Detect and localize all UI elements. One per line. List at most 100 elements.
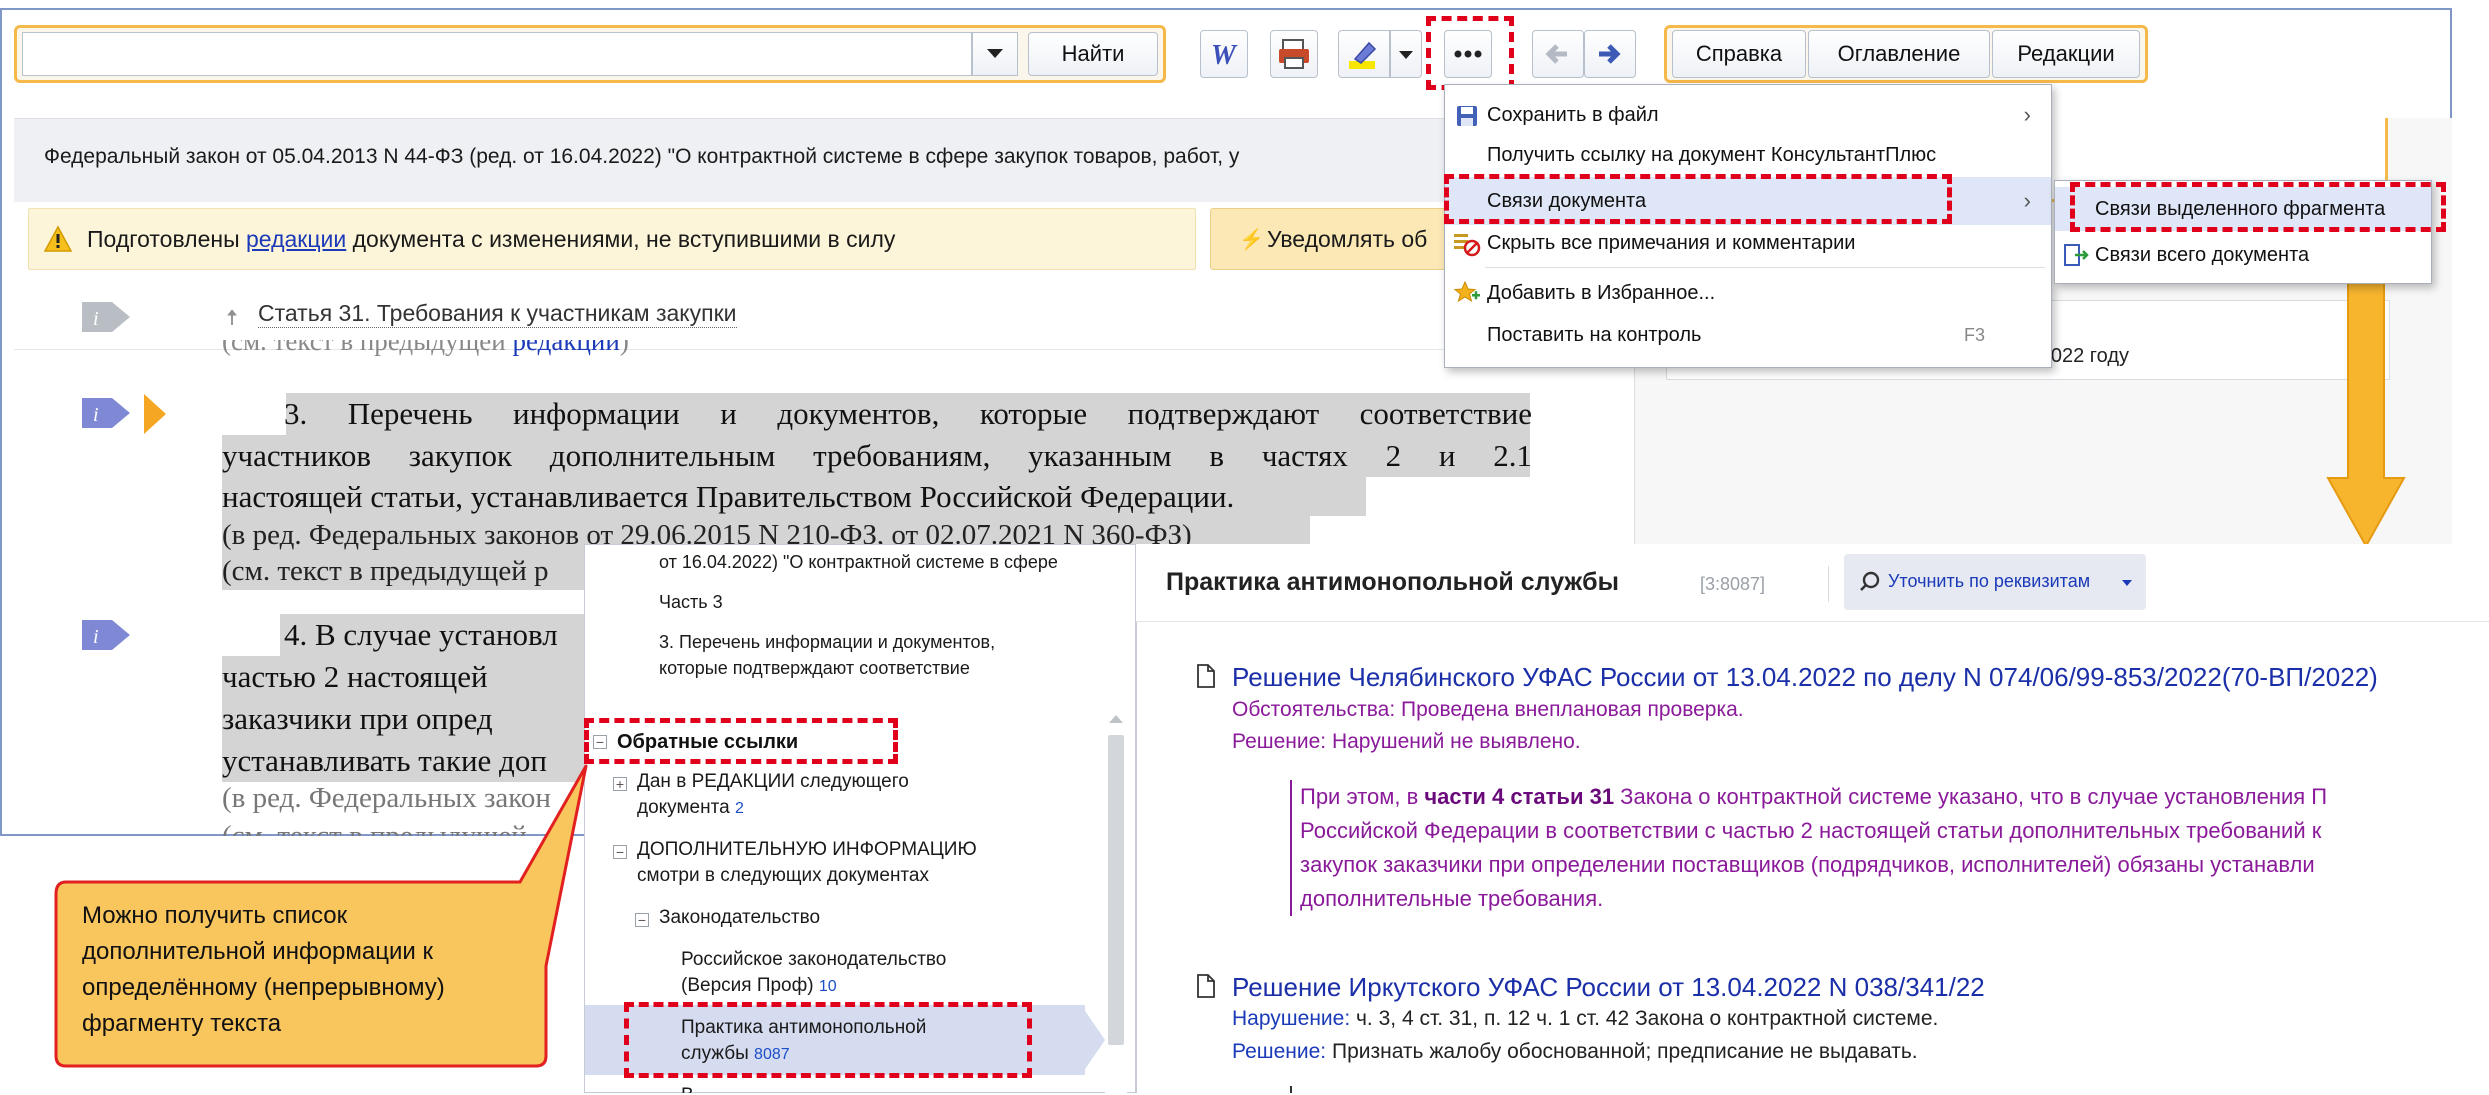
- tab-contents-label: Оглавление: [1837, 41, 1961, 66]
- tree-scrollbar-thumb[interactable]: [1108, 735, 1124, 1045]
- tree-collapse-icon[interactable]: −: [635, 913, 649, 927]
- prev-text-cut-text: (см. текст в предыдущей: [222, 340, 513, 356]
- header-divider: [1828, 566, 1829, 602]
- tree-item-legislation[interactable]: Законодательство: [659, 905, 820, 931]
- info-flag-icon: i: [82, 398, 130, 428]
- menu-item-get-link[interactable]: Получить ссылку на документ КонсультантП…: [1445, 131, 2051, 179]
- tree-item-cut: В: [681, 1083, 694, 1093]
- orange-down-arrow-icon: [2326, 238, 2406, 548]
- tree-item-additional-info-line2: смотри в следующих документах: [637, 865, 929, 886]
- decision-text: Признать жалобу обоснованной; предписани…: [1326, 1040, 1918, 1063]
- back-button[interactable]: [1532, 30, 1584, 78]
- paragraph-3-prev-link[interactable]: (см. текст в предыдущей р: [222, 553, 549, 589]
- menu-item-hide-comments[interactable]: Скрыть все примечания и комментарии: [1445, 219, 2051, 267]
- violation-text: ч. 3, 4 ст. 31, п. 12 ч. 1 ст. 42 Закона…: [1350, 1007, 1939, 1030]
- quote-prefix: При этом, в: [1300, 784, 1425, 809]
- quote-line3: закупок заказчики при определении постав…: [1300, 852, 2315, 877]
- result-2-title[interactable]: Решение Иркутского УФАС России от 13.04.…: [1232, 972, 1985, 1003]
- tree-collapse-icon[interactable]: −: [593, 735, 607, 749]
- floppy-disk-icon: [1457, 106, 1477, 126]
- word-export-button[interactable]: W: [1200, 30, 1248, 78]
- tree-item-fas-practice[interactable]: Практика антимонопольной службы 8087: [681, 1015, 926, 1068]
- result-2-violation: Нарушение: ч. 3, 4 ст. 31, п. 12 ч. 1 ст…: [1232, 1007, 1938, 1031]
- svg-text:W: W: [1211, 40, 1238, 71]
- tree-item-part-3[interactable]: Часть 3: [659, 589, 723, 615]
- scroll-up-icon[interactable]: [1109, 715, 1123, 723]
- tree-item-redaction-line2: документа: [637, 797, 730, 818]
- menu-item-label: Поставить на контроль: [1487, 324, 1702, 346]
- find-button[interactable]: Найти: [1028, 32, 1158, 76]
- submenu-item-whole-document-links[interactable]: Связи всего документа: [2055, 233, 2431, 277]
- result-1-title[interactable]: Решение Челябинского УФАС России от 13.0…: [1232, 662, 2378, 693]
- result-1-quote-bar: [1290, 780, 1292, 916]
- info-marker[interactable]: i: [82, 620, 130, 650]
- menu-item-document-links[interactable]: Связи документа ›: [1445, 177, 2051, 225]
- chevron-right-icon: ›: [2023, 188, 2031, 213]
- menu-item-add-favorite[interactable]: Добавить в Избранное...: [1445, 269, 2051, 317]
- document-title: Федеральный закон от 05.04.2013 N 44-ФЗ …: [44, 145, 1240, 168]
- results-count: [3:8087]: [1700, 574, 1766, 594]
- more-button[interactable]: [1444, 30, 1492, 78]
- tab-help-label: Справка: [1695, 41, 1783, 66]
- arrow-left-icon: [1545, 44, 1567, 64]
- quote-bold-link[interactable]: части 4 статьи 31: [1424, 784, 1614, 809]
- links-tree-panel: от 16.04.2022) "О контрактной системе в …: [584, 544, 1136, 1095]
- hide-comments-icon: [1454, 234, 1481, 257]
- quote-line1-rest: Закона о контрактной системе указано, чт…: [1614, 784, 2328, 809]
- russian-legislation-count: 10: [818, 978, 837, 995]
- print-button[interactable]: [1270, 30, 1318, 78]
- tree-item-russian-legislation-line2: (Версия Проф): [681, 975, 814, 996]
- tree-item-additional-info-line1: ДОПОЛНИТЕЛЬНУЮ ИНФОРМАЦИЮ: [637, 839, 977, 860]
- forward-button[interactable]: [1584, 30, 1636, 78]
- tab-revisions[interactable]: Редакции: [1992, 30, 2140, 78]
- svg-text:i: i: [93, 404, 99, 426]
- info-marker[interactable]: i: [82, 398, 130, 428]
- current-position-marker-icon: [144, 394, 166, 434]
- highlight-dropdown-button[interactable]: [1390, 30, 1422, 78]
- paragraph-3-line: участников закупок дополнительным требов…: [222, 438, 1532, 473]
- lightning-icon: ⚡: [1239, 229, 1264, 251]
- callout-line: дополнительной информации к: [82, 938, 433, 965]
- prev-revision-link[interactable]: редакции: [513, 340, 620, 356]
- document-icon: [1197, 974, 1215, 998]
- menu-item-label: Скрыть все примечания и комментарии: [1487, 232, 1856, 254]
- result-1-quote[interactable]: При этом, в части 4 статьи 31 Закона о к…: [1300, 780, 2489, 916]
- result-2-quote-bar: [1290, 1086, 1292, 1093]
- chevron-down-icon: [1399, 51, 1413, 59]
- menu-item-put-on-control[interactable]: Поставить на контроль F3: [1445, 311, 2051, 359]
- highlighter-icon: [1349, 41, 1377, 69]
- revisions-link[interactable]: редакции: [246, 226, 346, 252]
- redaction-count: 2: [734, 800, 744, 817]
- star-plus-icon: [1453, 280, 1480, 303]
- svg-text:i: i: [93, 626, 99, 648]
- word-icon: W: [1211, 40, 1238, 71]
- search-input[interactable]: [22, 32, 972, 76]
- notify-button[interactable]: ⚡ Уведомлять об: [1210, 208, 1450, 270]
- selected-pointer-icon: [1081, 1005, 1105, 1075]
- search-dropdown-button[interactable]: [972, 32, 1018, 76]
- tree-item-additional-info[interactable]: ДОПОЛНИТЕЛЬНУЮ ИНФОРМАЦИЮ смотри в следу…: [637, 837, 977, 889]
- arrow-up-icon: 🠅: [226, 305, 239, 330]
- tree-item-redaction[interactable]: Дан в РЕДАКЦИИ следующего документа 2: [637, 769, 909, 822]
- paragraph-3: 3. Перечень информации и документов, кот…: [222, 393, 1532, 516]
- tree-collapse-icon[interactable]: −: [613, 845, 627, 859]
- tree-item-paragraph-3[interactable]: 3. Перечень информации и документов, кот…: [659, 629, 995, 681]
- refine-label: Уточнить по реквизитам: [1888, 571, 2091, 591]
- article-link[interactable]: Статья 31. Требования к участникам закуп…: [258, 300, 737, 328]
- decision-label: Решение:: [1232, 1040, 1327, 1063]
- paragraph-4-line: частью 2 настоящей: [222, 659, 488, 694]
- warning-text: Подготовлены редакции документа с измене…: [87, 226, 895, 253]
- highlight-button[interactable]: [1338, 30, 1390, 78]
- tree-item-backlinks[interactable]: Обратные ссылки: [617, 729, 798, 755]
- tab-contents[interactable]: Оглавление: [1808, 30, 1990, 78]
- tree-item-russian-legislation[interactable]: Российское законодательство (Версия Проф…: [681, 947, 946, 1000]
- results-title: Практика антимонопольной службы: [1166, 568, 1619, 596]
- menu-item-shortcut: F3: [1963, 325, 1985, 345]
- refine-button[interactable]: Уточнить по реквизитам: [1844, 554, 2146, 610]
- info-marker[interactable]: i: [82, 302, 130, 332]
- submenu-item-fragment-links[interactable]: Связи выделенного фрагмента: [2055, 187, 2431, 231]
- tree-item-document[interactable]: от 16.04.2022) "О контрактной системе в …: [659, 549, 1131, 575]
- tab-help[interactable]: Справка: [1672, 30, 1806, 78]
- quote-line4: дополнительные требования.: [1300, 886, 1604, 911]
- tree-expand-icon[interactable]: +: [613, 777, 627, 791]
